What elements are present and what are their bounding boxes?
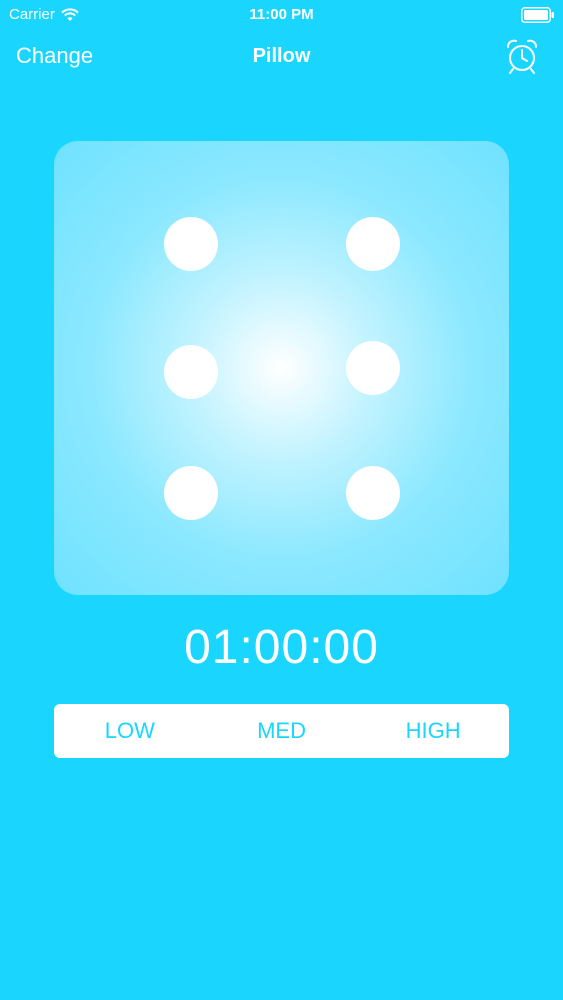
intensity-med-button[interactable]: MED	[206, 704, 358, 758]
dice-pip	[164, 466, 218, 520]
intensity-low-button[interactable]: LOW	[54, 704, 206, 758]
timer-display: 01:00:00	[184, 621, 379, 674]
intensity-high-button[interactable]: HIGH	[357, 704, 509, 758]
status-bar: Carrier 11:00 PM	[0, 0, 563, 30]
dice-pip	[164, 345, 218, 399]
page-title: Pillow	[252, 45, 311, 67]
status-time: 11:00 PM	[249, 6, 314, 23]
dice-pip	[346, 217, 400, 271]
dice-card[interactable]	[54, 141, 509, 595]
alarm-clock-icon[interactable]	[505, 38, 539, 74]
battery-icon	[521, 7, 555, 23]
dice-pip	[346, 341, 400, 395]
dice-pip	[346, 466, 400, 520]
dice-pip	[164, 217, 218, 271]
nav-bar: Change Pillow	[0, 34, 563, 80]
intensity-segmented-control: LOW MED HIGH	[54, 704, 509, 758]
